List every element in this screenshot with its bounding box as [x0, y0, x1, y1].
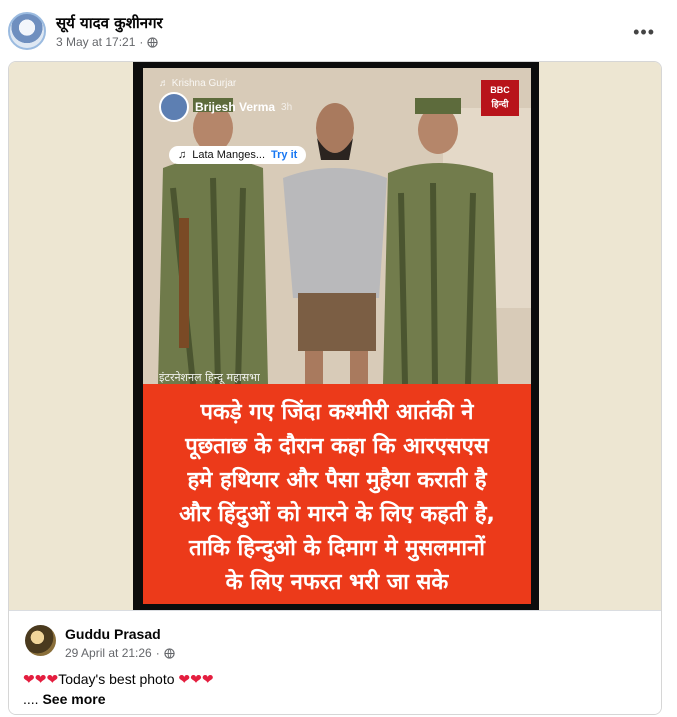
photo-watermark: इंटरनेशनल हिन्दू महासभा [159, 371, 260, 384]
post-meta: 3 May at 17:21 · [56, 35, 159, 49]
see-more-link[interactable]: See more [42, 691, 105, 707]
post-author-name[interactable]: सूर्य यादव कुशीनगर [56, 13, 163, 33]
post-photo[interactable]: ♬ Krishna Gurjar Brijesh Verma 3h ♫ Lata… [143, 68, 531, 384]
meta-separator: · [139, 35, 144, 49]
logo-bottom-text: हिन्दी [491, 99, 509, 109]
comment-section: Guddu Prasad 29 April at 21:26 · ❤❤❤Toda… [9, 610, 661, 714]
overlay-handle: ♬ Krishna Gurjar [159, 78, 237, 89]
post-header: सूर्य यादव कुशीनगर 3 May at 17:21 · ••• [0, 0, 677, 58]
overlay-user: Brijesh Verma 3h [159, 92, 292, 122]
heart-icons-after: ❤❤❤ [178, 671, 214, 687]
comment-body: Today's best photo [58, 671, 175, 687]
overlay-time: 3h [281, 101, 293, 113]
media-frame: ♬ Krishna Gurjar Brijesh Verma 3h ♫ Lata… [133, 62, 539, 610]
see-more-row: .... See more [23, 691, 106, 707]
comment-timestamp[interactable]: 29 April at 21:26 [65, 646, 152, 660]
music-try-it: Try it [271, 149, 298, 161]
author-avatar[interactable] [8, 12, 46, 50]
comment-meta-separator: · [155, 646, 160, 660]
music-title: Lata Manges... [192, 149, 266, 161]
overlay-user-name: Brijesh Verma [195, 100, 276, 114]
comment-text: ❤❤❤Today's best photo ❤❤❤ [23, 671, 214, 688]
headline-banner: पकड़े गए जिंदा कश्मीरी आतंकी ने पूछताछ क… [143, 384, 531, 604]
more-options-icon[interactable]: ••• [633, 22, 655, 43]
globe-icon [147, 36, 159, 48]
music-note-icon: ♫ [178, 149, 187, 161]
media-area[interactable]: ♬ Krishna Gurjar Brijesh Verma 3h ♫ Lata… [9, 62, 661, 610]
commenter-name[interactable]: Guddu Prasad [65, 626, 161, 642]
post-timestamp[interactable]: 3 May at 17:21 [56, 35, 135, 49]
bbc-hindi-logo: BBC हिन्दी [481, 80, 519, 116]
heart-icons-before: ❤❤❤ [23, 671, 59, 687]
music-pill: ♫ Lata Manges... Try it [169, 146, 307, 164]
ellipsis: .... [23, 691, 39, 707]
overlay-user-avatar [159, 92, 189, 122]
commenter-avatar[interactable] [25, 625, 56, 656]
comment-meta: 29 April at 21:26 · [65, 646, 175, 660]
logo-top-text: BBC [490, 85, 510, 95]
globe-icon [164, 647, 175, 659]
headline-text: पकड़े गए जिंदा कश्मीरी आतंकी ने पूछताछ क… [179, 400, 495, 595]
shared-post-card[interactable]: ♬ Krishna Gurjar Brijesh Verma 3h ♫ Lata… [8, 61, 662, 715]
